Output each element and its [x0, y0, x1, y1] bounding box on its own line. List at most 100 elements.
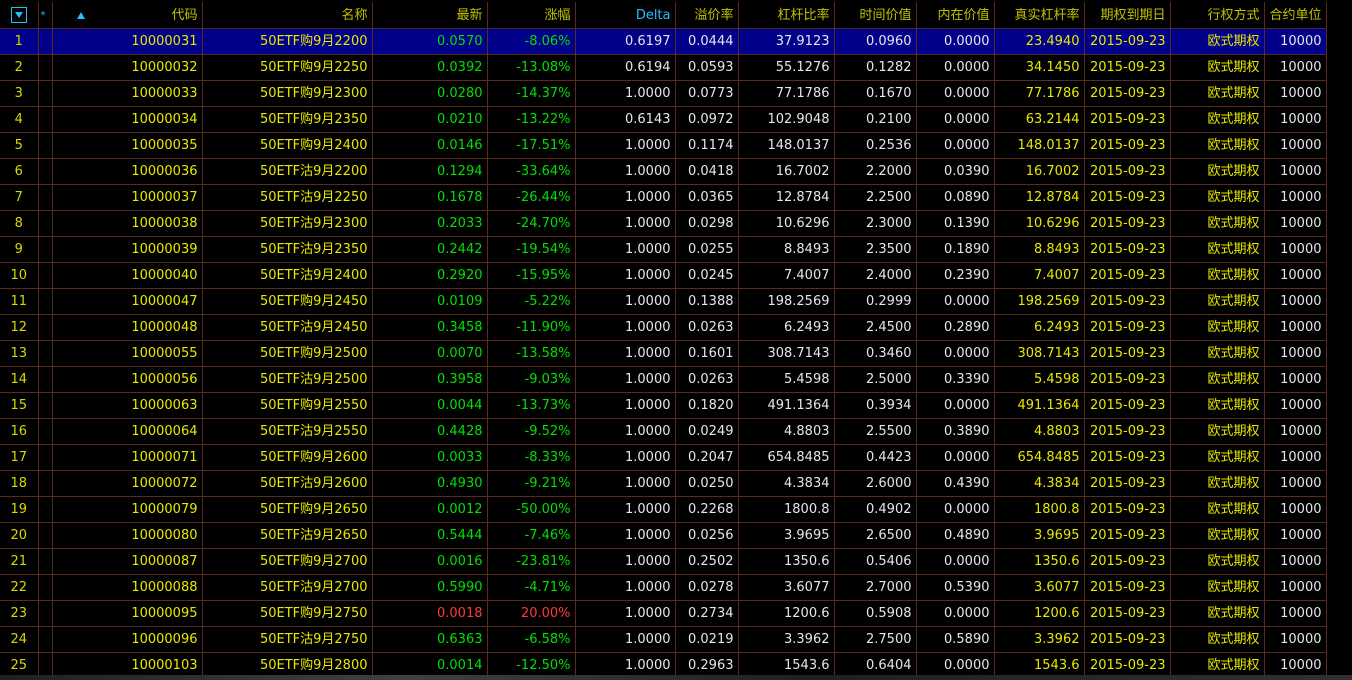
header-change[interactable]: 涨幅: [487, 2, 576, 29]
table-row[interactable]: 2 10000032 50ETF购9月2250 0.0392 -13.08% 0.6194…: [0, 54, 1327, 81]
table-row[interactable]: 18 10000072 50ETF沽9月2600 0.4930 -9.21% 1.0000…: [0, 470, 1327, 497]
name-cell: 50ETF购9月2200: [202, 28, 373, 55]
header-intrinsic-value[interactable]: 内在价值: [916, 2, 995, 29]
leverage-cell: 102.9048: [738, 106, 835, 133]
premium-cell: 0.0263: [675, 314, 739, 341]
expiry-cell: 2015-09-23: [1084, 54, 1171, 81]
delta-cell: 1.0000: [575, 574, 676, 601]
table-row[interactable]: 10 10000040 50ETF沽9月2400 0.2920 -15.95% 1.000…: [0, 262, 1327, 289]
real-leverage-cell: 7.4007: [994, 262, 1085, 289]
table-row[interactable]: 4 10000034 50ETF购9月2350 0.0210 -13.22% 0.6143…: [0, 106, 1327, 133]
header-leverage[interactable]: 杠杆比率: [738, 2, 835, 29]
row-number: 17: [0, 444, 39, 471]
favorite-cell: [38, 132, 53, 159]
intrinsic-value-cell: 0.1390: [916, 210, 995, 237]
table-row[interactable]: 13 10000055 50ETF购9月2500 0.0070 -13.58% 1.000…: [0, 340, 1327, 367]
table-row[interactable]: 17 10000071 50ETF购9月2600 0.0033 -8.33% 1.0000…: [0, 444, 1327, 471]
delta-cell: 1.0000: [575, 236, 676, 263]
last-price-cell: 0.0070: [372, 340, 488, 367]
change-cell: -9.03%: [487, 366, 576, 393]
change-cell: -13.22%: [487, 106, 576, 133]
table-row[interactable]: 1 10000031 50ETF购9月2200 0.0570 -8.06% 0.6197 0…: [0, 28, 1327, 55]
expiry-cell: 2015-09-23: [1084, 600, 1171, 627]
time-value-cell: 2.2000: [834, 158, 917, 185]
change-cell: -7.46%: [487, 522, 576, 549]
row-number: 12: [0, 314, 39, 341]
header-time-value[interactable]: 时间价值: [834, 2, 917, 29]
exercise-style-cell: 欧式期权: [1170, 366, 1265, 393]
table-row[interactable]: 21 10000087 50ETF购9月2700 0.0016 -23.81% 1.000…: [0, 548, 1327, 575]
premium-cell: 0.0245: [675, 262, 739, 289]
favorite-cell: [38, 626, 53, 653]
premium-cell: 0.0593: [675, 54, 739, 81]
table-row[interactable]: 14 10000056 50ETF沽9月2500 0.3958 -9.03% 1.0000…: [0, 366, 1327, 393]
time-value-cell: 2.3000: [834, 210, 917, 237]
table-row[interactable]: 12 10000048 50ETF沽9月2450 0.3458 -11.90% 1.000…: [0, 314, 1327, 341]
contract-unit-cell: 10000: [1264, 548, 1327, 575]
premium-cell: 0.0263: [675, 366, 739, 393]
name-cell: 50ETF沽9月2700: [202, 574, 373, 601]
change-cell: -13.08%: [487, 54, 576, 81]
favorite-column-header[interactable]: *: [38, 2, 53, 29]
table-row[interactable]: 9 10000039 50ETF沽9月2350 0.2442 -19.54% 1.0000…: [0, 236, 1327, 263]
code-cell: 10000063: [52, 392, 203, 419]
table-row[interactable]: 19 10000079 50ETF购9月2650 0.0012 -50.00% 1.000…: [0, 496, 1327, 523]
delta-cell: 1.0000: [575, 262, 676, 289]
table-row[interactable]: 5 10000035 50ETF购9月2400 0.0146 -17.51% 1.0000…: [0, 132, 1327, 159]
leverage-cell: 16.7002: [738, 158, 835, 185]
code-cell: 10000064: [52, 418, 203, 445]
exercise-style-cell: 欧式期权: [1170, 522, 1265, 549]
header-name[interactable]: 名称: [202, 2, 373, 29]
vertical-scrollbar[interactable]: [1342, 0, 1352, 675]
table-row[interactable]: 6 10000036 50ETF沽9月2200 0.1294 -33.64% 1.0000…: [0, 158, 1327, 185]
expiry-cell: 2015-09-23: [1084, 236, 1171, 263]
table-row[interactable]: 11 10000047 50ETF购9月2450 0.0109 -5.22% 1.0000…: [0, 288, 1327, 315]
exercise-style-cell: 欧式期权: [1170, 418, 1265, 445]
table-row[interactable]: 16 10000064 50ETF沽9月2550 0.4428 -9.52% 1.0000…: [0, 418, 1327, 445]
table-row[interactable]: 20 10000080 50ETF沽9月2650 0.5444 -7.46% 1.0000…: [0, 522, 1327, 549]
change-cell: -50.00%: [487, 496, 576, 523]
table-row[interactable]: 24 10000096 50ETF沽9月2750 0.6363 -6.58% 1.0000…: [0, 626, 1327, 653]
exercise-style-cell: 欧式期权: [1170, 158, 1265, 185]
favorite-cell: [38, 470, 53, 497]
change-cell: -9.21%: [487, 470, 576, 497]
premium-cell: 0.2047: [675, 444, 739, 471]
last-price-cell: 0.1294: [372, 158, 488, 185]
leverage-cell: 1350.6: [738, 548, 835, 575]
intrinsic-value-cell: 0.0390: [916, 158, 995, 185]
real-leverage-cell: 308.7143: [994, 340, 1085, 367]
exercise-style-cell: 欧式期权: [1170, 262, 1265, 289]
real-leverage-cell: 1350.6: [994, 548, 1085, 575]
favorite-cell: [38, 28, 53, 55]
expiry-cell: 2015-09-23: [1084, 548, 1171, 575]
header-premium[interactable]: 溢价率: [675, 2, 739, 29]
time-value-cell: 0.4902: [834, 496, 917, 523]
real-leverage-cell: 3.3962: [994, 626, 1085, 653]
expiry-cell: 2015-09-23: [1084, 444, 1171, 471]
exercise-style-cell: 欧式期权: [1170, 106, 1265, 133]
sort-header-code[interactable]: 代码: [52, 2, 203, 29]
row-number: 24: [0, 626, 39, 653]
table-row[interactable]: 15 10000063 50ETF购9月2550 0.0044 -13.73% 1.000…: [0, 392, 1327, 419]
column-menu-button[interactable]: [0, 2, 39, 29]
table-row[interactable]: 23 10000095 50ETF购9月2750 0.0018 20.00% 1.0000…: [0, 600, 1327, 627]
header-real-leverage[interactable]: 真实杠杆率: [994, 2, 1085, 29]
table-row[interactable]: 8 10000038 50ETF沽9月2300 0.2033 -24.70% 1.0000…: [0, 210, 1327, 237]
last-price-cell: 0.0012: [372, 496, 488, 523]
exercise-style-cell: 欧式期权: [1170, 444, 1265, 471]
intrinsic-value-cell: 0.0000: [916, 28, 995, 55]
header-last[interactable]: 最新: [372, 2, 488, 29]
header-exercise-style[interactable]: 行权方式: [1170, 2, 1265, 29]
intrinsic-value-cell: 0.0000: [916, 288, 995, 315]
delta-cell: 1.0000: [575, 184, 676, 211]
time-value-cell: 0.3460: [834, 340, 917, 367]
intrinsic-value-cell: 0.2390: [916, 262, 995, 289]
leverage-cell: 12.8784: [738, 184, 835, 211]
header-contract-unit[interactable]: 合约单位: [1264, 2, 1327, 29]
header-expiry[interactable]: 期权到期日: [1084, 2, 1171, 29]
real-leverage-cell: 3.6077: [994, 574, 1085, 601]
table-row[interactable]: 3 10000033 50ETF购9月2300 0.0280 -14.37% 1.0000…: [0, 80, 1327, 107]
header-delta[interactable]: Delta: [575, 2, 676, 29]
table-row[interactable]: 22 10000088 50ETF沽9月2700 0.5990 -4.71% 1.0000…: [0, 574, 1327, 601]
table-row[interactable]: 7 10000037 50ETF沽9月2250 0.1678 -26.44% 1.0000…: [0, 184, 1327, 211]
